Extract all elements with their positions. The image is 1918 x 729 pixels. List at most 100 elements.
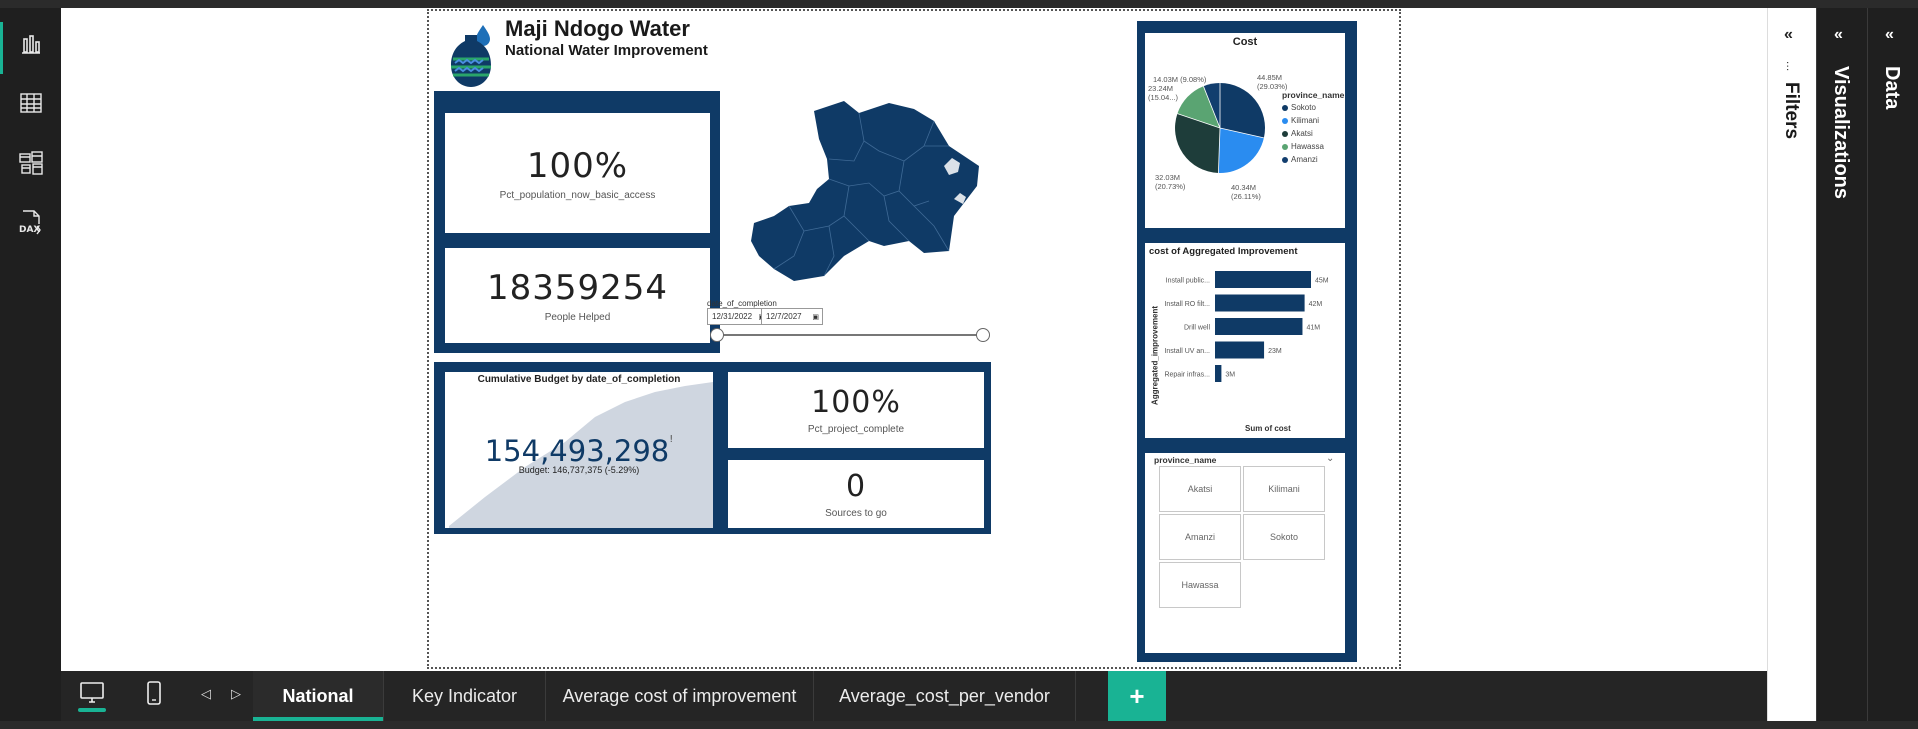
dax-query-view-icon[interactable]: DAX [10, 203, 52, 243]
table-view-icon[interactable] [10, 83, 52, 123]
collapse-data-icon[interactable]: « [1885, 26, 1894, 44]
bar-mark[interactable] [1215, 341, 1265, 359]
bar-category-label: Install UV an... [1164, 348, 1210, 355]
report-page: Maji Ndogo Water National Water Improvem… [427, 9, 1401, 669]
add-page-button[interactable]: + [1108, 671, 1166, 721]
status-strip [0, 721, 1918, 729]
legend-label: Amanzi [1291, 155, 1318, 164]
kpi-card-people-helped[interactable]: 18359254 People Helped [445, 248, 710, 343]
pie-legend-item[interactable]: Hawassa [1282, 140, 1347, 153]
legend-dot-icon [1282, 130, 1288, 137]
calendar-icon[interactable]: ▣ [812, 313, 819, 321]
tab-national[interactable]: National [253, 671, 384, 721]
bar-mark[interactable] [1215, 294, 1305, 312]
kpi-label: Sources to go [825, 508, 887, 519]
bar-data-label: 23M [1268, 348, 1282, 355]
date-range-start-handle[interactable] [710, 328, 724, 342]
pie-label-pct: (20.73%) [1155, 182, 1186, 191]
tab-key-indicator[interactable]: Key Indicator [384, 671, 546, 721]
date-start-input[interactable]: 12/31/2022 ▣ [707, 308, 769, 325]
pie-label-akatsi: 32.03M (20.73%) [1155, 173, 1185, 191]
bar-data-label: 3M [1225, 372, 1235, 379]
legend-label: Akatsi [1291, 129, 1313, 138]
water-pot-logo [443, 21, 495, 89]
province-tile-amanzi[interactable]: Amanzi [1159, 514, 1241, 560]
model-view-icon[interactable] [10, 143, 52, 183]
active-view-indicator [0, 22, 3, 74]
data-pane-title: Data [1881, 66, 1903, 110]
report-view-icon[interactable] [10, 24, 52, 64]
kpi-card-pct-population[interactable]: 100% Pct_population_now_basic_access [445, 113, 710, 233]
pie-label-value: 32.03M [1155, 173, 1181, 182]
cumulative-title: Cumulative Budget by date_of_completion [477, 374, 681, 385]
date-start-value: 12/31/2022 [712, 312, 753, 321]
date-range-end-handle[interactable] [976, 328, 990, 342]
tab-average-cost-per-vendor[interactable]: Average_cost_per_vendor [814, 671, 1076, 721]
visualizations-pane[interactable]: « Visualizations [1816, 8, 1867, 729]
bar-chart-title: cost of Aggregated Improvement [1149, 246, 1298, 257]
chevron-down-icon[interactable]: ⌄ [1326, 453, 1334, 464]
collapse-filters-icon[interactable]: « [1784, 26, 1793, 44]
pie-legend-item[interactable]: Amanzi [1282, 153, 1347, 166]
collapse-visualizations-icon[interactable]: « [1834, 26, 1843, 44]
mobile-layout-icon[interactable] [147, 681, 161, 705]
pie-label-hawassa: 14.03M (9.08%) [1153, 75, 1207, 84]
kpi-card-sources-to-go[interactable]: 0 Sources to go [728, 460, 984, 528]
pie-legend-item[interactable]: Akatsi [1282, 127, 1347, 140]
bar-data-label: 42M [1309, 301, 1323, 308]
svg-text:DAX: DAX [19, 225, 40, 235]
legend-label: Hawassa [1291, 142, 1324, 151]
bar-category-label: Repair infras... [1164, 372, 1210, 379]
bar-category-label: Install RO filt... [1164, 301, 1210, 308]
legend-dot-icon [1282, 143, 1288, 150]
cumulative-value: 154,493,298! [445, 434, 713, 468]
desktop-layout-icon[interactable] [77, 680, 107, 712]
legend-dot-icon [1282, 104, 1288, 111]
data-pane[interactable]: « Data [1867, 8, 1918, 729]
legend-dot-icon [1282, 117, 1288, 124]
date-slicer-label: date_of_completion [707, 299, 777, 308]
previous-page-icon[interactable]: ◁ [201, 686, 211, 702]
bar-mark[interactable] [1215, 271, 1311, 288]
pie-label-value: 23.24M [1148, 84, 1174, 93]
pie-label-pct: (26.11%) [1231, 192, 1261, 201]
date-end-input[interactable]: 12/7/2027 ▣ [761, 308, 823, 325]
legend-label: Sokoto [1291, 103, 1316, 112]
province-tile-sokoto[interactable]: Sokoto [1243, 514, 1325, 560]
pie-legend-item[interactable]: Kilimani [1282, 114, 1347, 127]
bar-data-label: 45M [1315, 278, 1329, 285]
cumulative-budget-text: Budget: 146,737,375 (-5.29%) [518, 465, 640, 475]
pie-title: Cost [1232, 36, 1258, 48]
cost-pie-card[interactable]: Cost 44.85M (29.03%) 40.34M (26.11%) 32.03… [1145, 33, 1345, 228]
bar-mark[interactable] [1215, 365, 1222, 382]
bar-category-label: Drill well [1184, 325, 1211, 332]
kpi-label: Pct_population_now_basic_access [499, 189, 656, 201]
aggregated-bar-card[interactable]: cost of Aggregated Improvement Aggregate… [1145, 243, 1345, 438]
province-tile-hawassa[interactable]: Hawassa [1159, 562, 1241, 608]
legend-dot-icon [1282, 156, 1288, 163]
province-tile-kilimani[interactable]: Kilimani [1243, 466, 1325, 512]
tab-average-cost-of-improvement[interactable]: Average cost of improvement [546, 671, 814, 721]
cumulative-value-text: 154,493,298 [484, 434, 670, 468]
filters-pane[interactable]: « ⫶ Filters [1767, 8, 1816, 729]
report-title: Maji Ndogo Water [505, 16, 690, 41]
view-rail: DAX [0, 8, 61, 729]
bar-category-label: Install public... [1166, 278, 1210, 285]
bar-mark[interactable] [1215, 318, 1303, 335]
pie-label-pct: (15.04...) [1148, 93, 1179, 102]
visualizations-pane-title: Visualizations [1830, 66, 1852, 200]
filters-pane-title: Filters [1781, 82, 1802, 140]
pie-legend-title: province_name [1282, 90, 1345, 100]
pie-label-amanzi: 23.24M (15.04...) [1148, 84, 1178, 102]
pie-label-kilimani: 40.34M (26.11%) [1231, 183, 1261, 201]
kpi-card-pct-project[interactable]: 100% Pct_project_complete [728, 372, 984, 448]
cumulative-budget-card[interactable]: Cumulative Budget by date_of_completion … [445, 372, 713, 528]
province-map[interactable] [749, 91, 989, 286]
pie-label-sokoto: 44.85M (29.03%) [1257, 73, 1287, 91]
pie-legend-item[interactable]: Sokoto [1282, 101, 1347, 114]
next-page-icon[interactable]: ▷ [231, 686, 241, 702]
province-tile-akatsi[interactable]: Akatsi [1159, 466, 1241, 512]
date-range-track [717, 334, 983, 336]
kpi-panel-left: 100% Pct_population_now_basic_access 183… [434, 91, 720, 353]
province-slicer[interactable]: province_name ⌄ Akatsi Kilimani Amanzi S… [1145, 453, 1345, 653]
